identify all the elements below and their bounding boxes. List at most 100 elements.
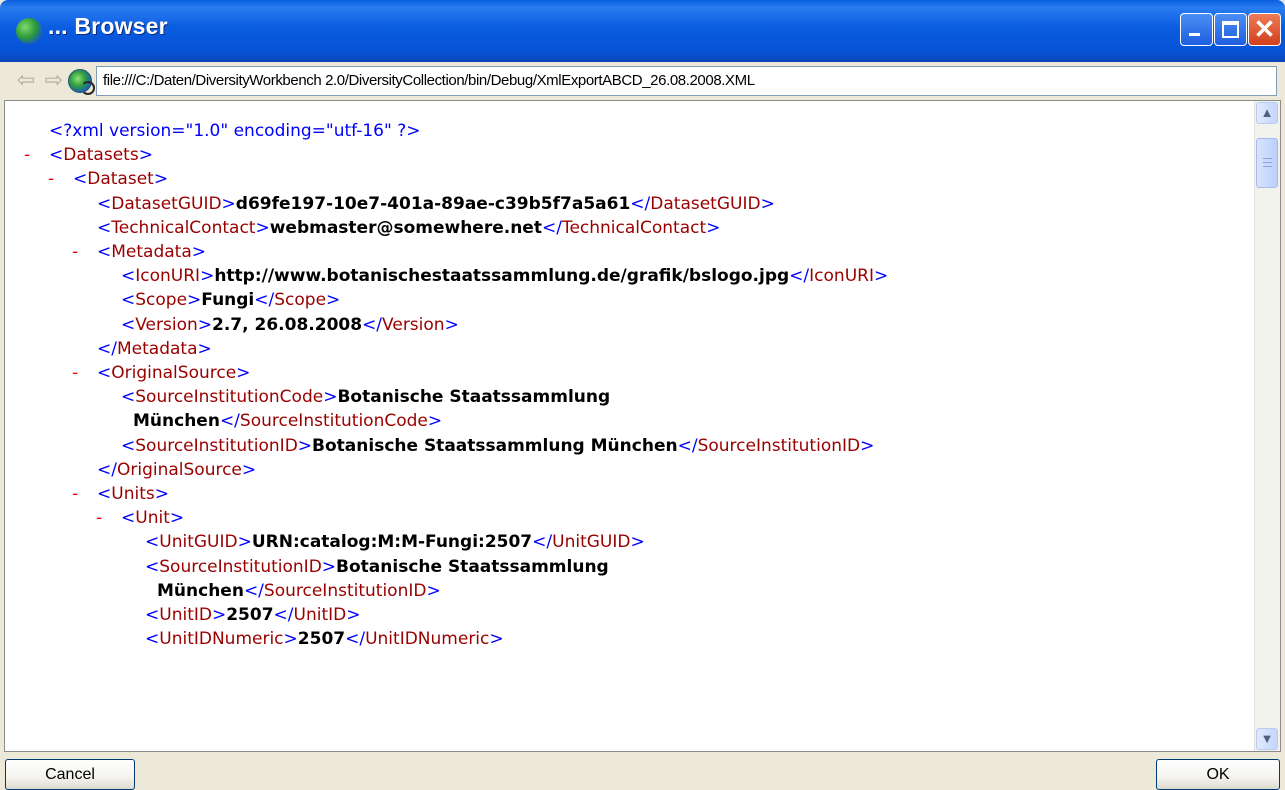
xml-line: <OriginalSource> xyxy=(97,361,250,385)
xml-tag-name: Scope xyxy=(274,290,327,311)
tag-bracket: < xyxy=(97,484,112,504)
tag-bracket: </ xyxy=(97,338,117,359)
xml-tag-name: Datasets xyxy=(63,145,139,166)
collapse-toggle[interactable]: - xyxy=(72,240,78,264)
xml-tag-name: DatasetGUID xyxy=(111,193,222,214)
xml-line: <?xml version="1.0" encoding="utf-16" ?> xyxy=(49,119,420,143)
tag-bracket: </ xyxy=(532,532,553,553)
xml-tag-name: UnitID xyxy=(159,605,212,625)
tag-bracket: < xyxy=(97,193,112,214)
xml-document-view: <?xml version="1.0" encoding="utf-16" ?>… xyxy=(5,101,1255,751)
tag-bracket: > xyxy=(241,459,257,480)
xml-tag-name: UnitGUID xyxy=(552,532,631,553)
ok-button[interactable]: OK xyxy=(1156,759,1280,790)
tag-bracket: < xyxy=(121,266,136,287)
tag-bracket: > xyxy=(283,629,298,650)
tag-bracket: </ xyxy=(345,629,366,650)
globe-icon xyxy=(16,18,42,44)
xml-tag-name: OriginalSource xyxy=(116,459,242,480)
xml-declaration: <?xml version="1.0" encoding="utf-16" ?> xyxy=(49,121,421,141)
tag-bracket: </ xyxy=(362,314,383,335)
xml-text-value: 2.7, 26.08.2008 xyxy=(212,314,363,335)
tag-bracket: < xyxy=(73,169,88,190)
tag-bracket: < xyxy=(97,242,112,262)
url-input[interactable]: file:///C:/Daten/DiversityWorkbench 2.0/… xyxy=(96,66,1277,96)
tag-bracket: < xyxy=(49,145,64,166)
xml-tag-name: Metadata xyxy=(116,338,198,359)
xml-text-value: 2507 xyxy=(297,629,346,650)
xml-tag-name: DatasetGUID xyxy=(650,193,761,214)
back-arrow-icon[interactable]: ⇦ xyxy=(14,67,38,93)
minimize-button[interactable] xyxy=(1180,13,1213,46)
tag-bracket: > xyxy=(630,532,645,553)
tag-bracket: > xyxy=(191,242,207,262)
thumb-grip xyxy=(1263,158,1272,159)
xml-line: München</SourceInstitutionID> xyxy=(157,579,441,603)
tag-bracket: </ xyxy=(677,435,698,456)
tag-bracket: > xyxy=(221,193,236,214)
xml-line: <Units> xyxy=(97,482,169,506)
thumb-grip xyxy=(1263,162,1272,163)
xml-text-value: Botanische Staatssammlung xyxy=(336,556,609,577)
tag-bracket: < xyxy=(145,556,160,577)
tag-bracket: > xyxy=(427,411,443,432)
tag-bracket: </ xyxy=(219,411,240,432)
tag-bracket: > xyxy=(138,145,153,166)
tag-bracket: > xyxy=(237,532,252,553)
vertical-scrollbar[interactable]: ▲ ▼ xyxy=(1254,101,1280,751)
tag-bracket: > xyxy=(236,363,251,383)
xml-text-value: München xyxy=(157,580,244,601)
xml-line: <Dataset> xyxy=(73,167,168,191)
collapse-toggle[interactable]: - xyxy=(96,506,102,530)
collapse-toggle[interactable]: - xyxy=(72,361,78,385)
tag-bracket: > xyxy=(187,290,202,311)
tag-bracket: > xyxy=(706,217,721,238)
xml-tag-name: UnitIDNumeric xyxy=(159,629,284,650)
xml-line: <UnitID>2507</UnitID> xyxy=(145,603,361,627)
xml-text-value: 2507 xyxy=(226,605,274,625)
tag-bracket: < xyxy=(121,314,136,335)
tag-bracket: </ xyxy=(243,580,264,601)
scroll-thumb[interactable] xyxy=(1256,138,1278,188)
window-title-bar[interactable]: ... Browser ✕ xyxy=(0,0,1285,62)
tag-bracket: > xyxy=(426,580,441,601)
tag-bracket: < xyxy=(97,217,112,238)
maximize-button[interactable] xyxy=(1214,13,1247,46)
tag-bracket: > xyxy=(860,435,875,456)
xml-tag-name: SourceInstitutionID xyxy=(697,435,861,456)
xml-line: </Metadata> xyxy=(97,337,212,361)
address-bar: ⇦ ⇨ file:///C:/Daten/DiversityWorkbench … xyxy=(4,62,1281,100)
close-button[interactable]: ✕ xyxy=(1248,13,1281,46)
xml-tag-name: SourceInstitutionID xyxy=(159,556,322,577)
tag-bracket: < xyxy=(97,363,112,383)
forward-arrow-icon[interactable]: ⇨ xyxy=(42,67,66,93)
tag-bracket: > xyxy=(444,314,459,335)
collapse-toggle[interactable]: - xyxy=(72,482,78,506)
cancel-button[interactable]: Cancel xyxy=(5,759,135,790)
window-title: ... Browser xyxy=(48,13,168,39)
refresh-globe-icon[interactable] xyxy=(68,69,95,95)
tag-bracket: > xyxy=(321,556,337,577)
tag-bracket: > xyxy=(323,387,338,408)
xml-tag-name: SourceInstitutionCode xyxy=(239,411,428,432)
collapse-toggle[interactable]: - xyxy=(24,143,30,167)
tag-bracket: < xyxy=(121,290,136,311)
tag-bracket: < xyxy=(121,508,136,529)
xml-line: <SourceInstitutionID>Botanische Staatssa… xyxy=(121,434,874,458)
tag-bracket: > xyxy=(153,169,169,190)
tag-bracket: < xyxy=(145,605,160,625)
xml-tag-name: IconURI xyxy=(809,266,874,287)
collapse-toggle[interactable]: - xyxy=(48,167,54,191)
xml-tag-name: Version xyxy=(382,314,445,335)
xml-text-value: URN:catalog:M:M-Fungi:2507 xyxy=(251,532,533,553)
tag-bracket: </ xyxy=(273,605,294,625)
tag-bracket: < xyxy=(145,532,160,553)
scroll-down-icon[interactable]: ▼ xyxy=(1256,728,1278,750)
tag-bracket: </ xyxy=(254,290,275,311)
tag-bracket: > xyxy=(200,266,215,287)
content-frame: <?xml version="1.0" encoding="utf-16" ?>… xyxy=(4,100,1281,752)
scroll-up-icon[interactable]: ▲ xyxy=(1256,102,1278,124)
tag-bracket: > xyxy=(760,193,775,214)
button-bar: Cancel OK xyxy=(0,752,1285,790)
xml-tag-name: SourceInstitutionID xyxy=(135,435,298,456)
